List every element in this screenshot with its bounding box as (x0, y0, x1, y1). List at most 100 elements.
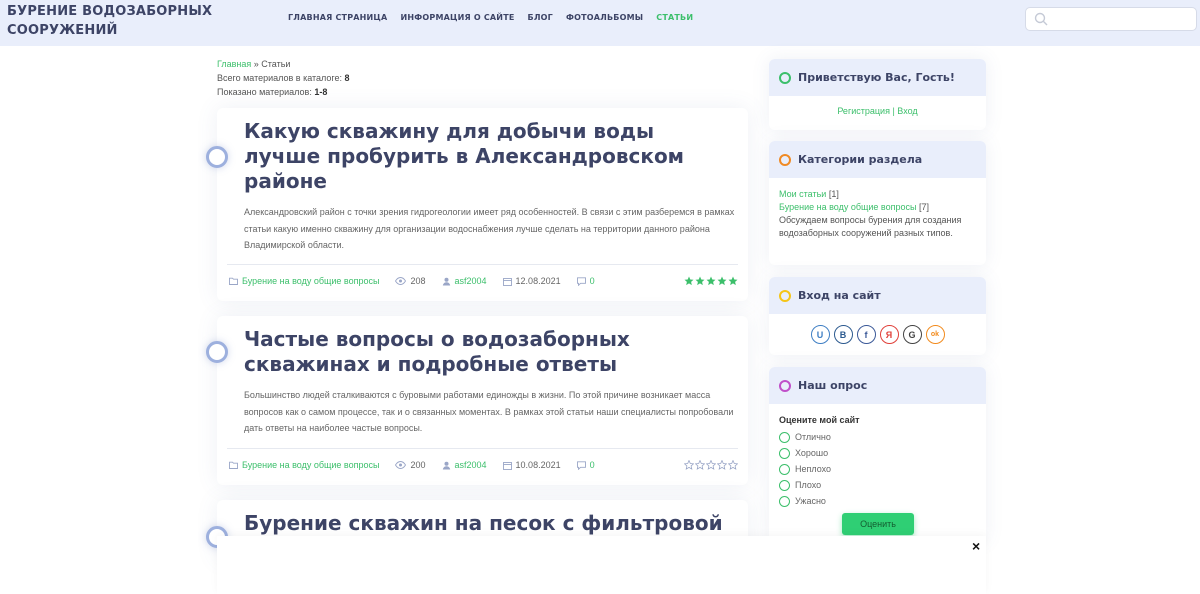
entry-comments-link[interactable]: 0 (590, 460, 595, 470)
radio-icon[interactable] (779, 447, 790, 459)
entry-date: 10.08.2021 (515, 460, 561, 470)
facebook-icon[interactable]: f (856, 325, 876, 344)
entry-meta: Бурение на воду общие вопросы 200 asf200… (229, 458, 738, 472)
entry-text: Большинство людей сталкиваются с буровым… (244, 390, 734, 433)
site-title-line2[interactable]: СООРУЖЕНИЙ (7, 21, 212, 40)
category-count: [7] (916, 202, 929, 212)
category-count: [1] (826, 189, 839, 199)
category-link-my-articles[interactable]: Мои статьи (779, 189, 826, 199)
entry-title[interactable]: Бурение скважин на песок с фильтровой (244, 511, 744, 536)
poll-option-label: Неплохо (795, 463, 832, 474)
entry-author-link[interactable]: asf2004 (455, 276, 487, 286)
calendar-icon (502, 461, 512, 470)
radio-icon[interactable] (779, 495, 790, 507)
entry-text: Александровский район с точки зрения гид… (244, 207, 735, 250)
radio-icon[interactable] (779, 463, 790, 475)
entry-card: Частые вопросы о водозаборных скважинах … (206, 316, 748, 485)
breadcrumb-current: Статьи (261, 59, 291, 69)
user-icon (442, 277, 450, 285)
star-icon[interactable] (728, 276, 738, 286)
rating-stars[interactable] (684, 460, 738, 470)
entry-meta: Бурение на воду общие вопросы 208 asf200… (229, 274, 738, 288)
bottom-overlay-panel: × (217, 536, 986, 594)
entry-title[interactable]: Какую скважину для добычи воды лучше про… (244, 119, 724, 194)
comment-icon (576, 460, 586, 470)
poll-option[interactable]: Отлично (779, 429, 976, 445)
site-title-line1[interactable]: БУРЕНИЕ ВОДОЗАБОРНЫХ (7, 2, 212, 21)
poll-option[interactable]: Неплохо (779, 461, 976, 477)
search-icon[interactable] (1034, 12, 1048, 26)
categories-block: Категории раздела Мои статьи [1] Бурение… (769, 141, 986, 265)
star-icon[interactable] (695, 276, 705, 286)
poll-question: Оцените мой сайт (779, 415, 860, 425)
poll-option-label: Отлично (795, 431, 831, 442)
odnoklassniki-icon[interactable]: ok (925, 325, 945, 344)
radio-icon[interactable] (779, 431, 790, 443)
circle-icon (779, 379, 791, 392)
site-header: БУРЕНИЕ ВОДОЗАБОРНЫХ СООРУЖЕНИЙ ГЛАВНАЯ … (0, 0, 1200, 46)
category-description: Обсуждаем вопросы бурения для создания в… (779, 215, 962, 238)
user-icon (442, 461, 450, 469)
site-title[interactable]: БУРЕНИЕ ВОДОЗАБОРНЫХ СООРУЖЕНИЙ (7, 2, 212, 40)
welcome-block-header: Приветствую Вас, Гость! (769, 59, 986, 96)
star-icon[interactable] (695, 460, 705, 470)
vote-button[interactable]: Оценить (842, 513, 914, 535)
entry-category-link[interactable]: Бурение на воду общие вопросы (242, 460, 379, 470)
ucoz-icon[interactable]: U (810, 325, 830, 344)
entry-date: 12.08.2021 (515, 276, 561, 286)
poll-title: Наш опрос (798, 379, 868, 392)
category-link-drilling[interactable]: Бурение на воду общие вопросы (779, 202, 916, 212)
yandex-icon[interactable]: Я (879, 325, 899, 344)
eye-icon (395, 277, 407, 285)
folder-icon (229, 461, 238, 469)
star-icon[interactable] (684, 460, 694, 470)
register-link[interactable]: Регистрация (837, 106, 890, 116)
star-icon[interactable] (728, 460, 738, 470)
star-icon[interactable] (717, 276, 727, 286)
nav-home[interactable]: ГЛАВНАЯ СТРАНИЦА (288, 13, 387, 22)
star-icon[interactable] (706, 460, 716, 470)
breadcrumb-separator: » (251, 59, 262, 69)
nav-articles[interactable]: СТАТЬИ (656, 13, 693, 22)
poll-option[interactable]: Плохо (779, 477, 976, 493)
nav-about[interactable]: ИНФОРМАЦИЯ О САЙТЕ (400, 13, 514, 22)
breadcrumb-home-link[interactable]: Главная (217, 59, 251, 69)
search-input[interactable] (1025, 7, 1197, 31)
poll-option[interactable]: Ужасно (779, 493, 976, 509)
star-icon[interactable] (684, 276, 694, 286)
entry-comments-link[interactable]: 0 (590, 276, 595, 286)
eye-icon (395, 461, 407, 469)
total-label: Всего материалов в каталоге: (217, 73, 345, 83)
login-title: Вход на сайт (798, 289, 881, 302)
nav-photo[interactable]: ФОТОАЛЬБОМЫ (566, 13, 643, 22)
entry-divider (227, 448, 738, 449)
google-icon[interactable]: G (902, 325, 922, 344)
star-icon[interactable] (717, 460, 727, 470)
welcome-title: Приветствую Вас, Гость! (798, 71, 955, 84)
entry-views: 200 (410, 460, 426, 470)
breadcrumb: Главная » Статьи Всего материалов в ката… (217, 57, 350, 99)
main-nav: ГЛАВНАЯ СТРАНИЦА ИНФОРМАЦИЯ О САЙТЕ БЛОГ… (288, 13, 693, 22)
login-link[interactable]: Вход (897, 106, 917, 116)
shown-label: Показано материалов: (217, 87, 315, 97)
star-icon[interactable] (706, 276, 716, 286)
entry-divider (227, 264, 738, 265)
close-icon[interactable]: × (972, 539, 980, 553)
poll-option-label: Хорошо (795, 447, 829, 458)
entry-title[interactable]: Частые вопросы о водозаборных скважинах … (244, 327, 724, 377)
poll-option[interactable]: Хорошо (779, 445, 976, 461)
circle-icon (779, 289, 791, 302)
radio-icon[interactable] (779, 479, 790, 491)
categories-block-header: Категории раздела (769, 141, 986, 178)
social-login-icons: U B f Я G ok (769, 314, 986, 344)
vk-icon[interactable]: B (833, 325, 853, 344)
poll-option-label: Плохо (795, 479, 822, 490)
circle-icon (779, 71, 791, 84)
total-value: 8 (344, 73, 350, 83)
rating-stars[interactable] (684, 276, 738, 286)
entry-author-link[interactable]: asf2004 (455, 460, 487, 470)
poll-block-header: Наш опрос (769, 367, 986, 404)
comment-icon (576, 276, 586, 286)
nav-blog[interactable]: БЛОГ (528, 13, 553, 22)
entry-category-link[interactable]: Бурение на воду общие вопросы (242, 276, 379, 286)
